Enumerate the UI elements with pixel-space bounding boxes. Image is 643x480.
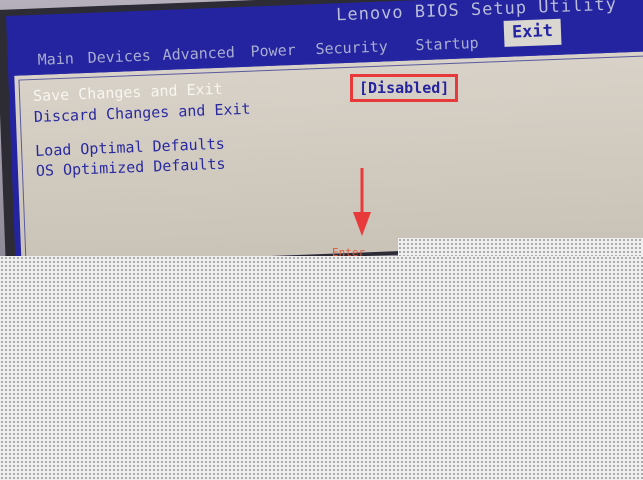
- tab-main[interactable]: Main: [37, 49, 74, 68]
- tab-startup[interactable]: Startup: [415, 34, 479, 54]
- tab-devices[interactable]: Devices: [87, 46, 151, 66]
- tab-advanced[interactable]: Advanced: [162, 43, 235, 64]
- tab-power[interactable]: Power: [250, 41, 296, 61]
- exit-menu-panel: Save Changes and Exit Discard Changes an…: [14, 49, 643, 266]
- photo: Lenovo BIOS Setup Utility Main Devices A…: [0, 0, 643, 480]
- bios-screen: Lenovo BIOS Setup Utility Main Devices A…: [6, 0, 643, 266]
- tab-exit[interactable]: Exit: [503, 18, 562, 47]
- bios-title: Lenovo BIOS Setup Utility: [335, 0, 618, 26]
- os-optimized-defaults-value[interactable]: [Disabled]: [350, 74, 459, 102]
- placeholder-pattern-area: [0, 256, 643, 480]
- red-arrow-icon: [353, 168, 371, 236]
- placeholder-pattern-strip: [398, 238, 643, 258]
- tab-security[interactable]: Security: [315, 37, 388, 58]
